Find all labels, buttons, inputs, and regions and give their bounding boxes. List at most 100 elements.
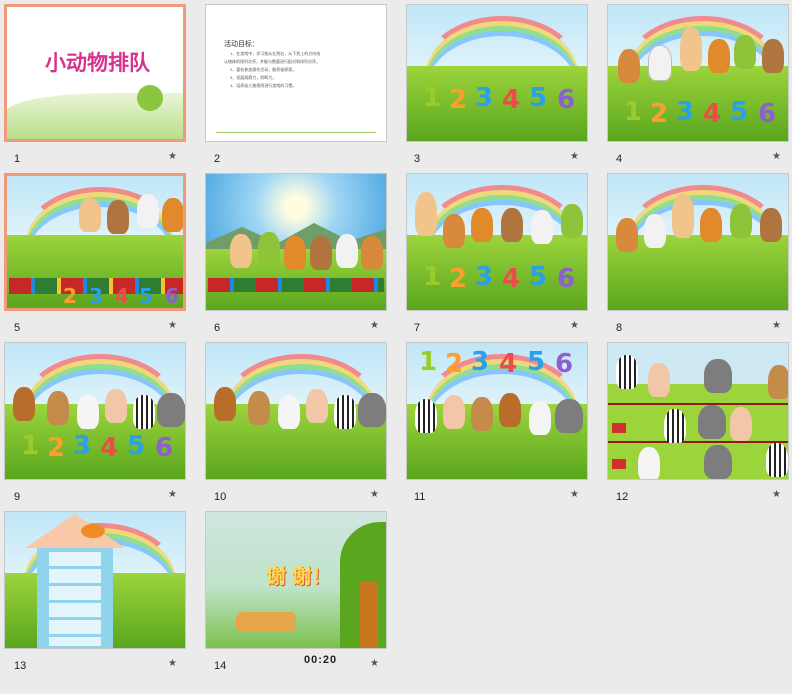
digit-3: 3 bbox=[89, 284, 103, 308]
monkey bbox=[107, 200, 129, 234]
house-window bbox=[81, 524, 105, 538]
zebra bbox=[334, 395, 356, 429]
elephant bbox=[704, 359, 732, 393]
star-icon[interactable]: ★ bbox=[370, 489, 379, 500]
tiger bbox=[284, 236, 306, 270]
digit-6: 6 bbox=[758, 99, 777, 129]
star-icon[interactable]: ★ bbox=[570, 151, 579, 162]
digit-2: 2 bbox=[650, 99, 669, 129]
slide-thumbnail-3[interactable]: 1 2 3 4 5 6 bbox=[406, 4, 588, 142]
slide-thumbnail-6[interactable] bbox=[205, 173, 387, 311]
children bbox=[236, 612, 296, 632]
cat bbox=[137, 194, 159, 228]
star-icon[interactable]: ★ bbox=[370, 320, 379, 331]
digit-1: 1 bbox=[423, 262, 442, 292]
digit-6: 6 bbox=[155, 433, 174, 463]
tiger bbox=[708, 39, 730, 73]
monkey bbox=[310, 236, 332, 270]
slide-number: 3 bbox=[414, 153, 421, 165]
sheep bbox=[278, 395, 300, 429]
objective-line: 2、喜欢参加操作活动，能积极探索。 bbox=[230, 67, 297, 72]
slide-thumbnail-4[interactable]: 1 2 3 4 5 6 bbox=[607, 4, 789, 142]
lion bbox=[13, 387, 35, 421]
slide-number: 4 bbox=[616, 153, 623, 165]
slide-thumbnail-12[interactable] bbox=[607, 342, 789, 480]
star-icon[interactable]: ★ bbox=[570, 489, 579, 500]
shelf-line bbox=[608, 403, 788, 405]
dog bbox=[361, 236, 383, 270]
pig bbox=[306, 389, 328, 423]
digit-6: 6 bbox=[557, 85, 576, 115]
pig bbox=[443, 395, 465, 429]
slide-number: 11 bbox=[414, 491, 426, 503]
star-icon[interactable]: ★ bbox=[772, 151, 781, 162]
star-icon[interactable]: ★ bbox=[772, 489, 781, 500]
pig bbox=[648, 363, 670, 397]
digit-4: 4 bbox=[115, 284, 129, 308]
lion bbox=[499, 393, 521, 427]
star-icon[interactable]: ★ bbox=[168, 489, 177, 500]
digit-5: 5 bbox=[529, 262, 548, 292]
slide-thumbnail-11[interactable]: 1 2 3 4 5 6 bbox=[406, 342, 588, 480]
objective-line: 认物体的排列次序，并能与数量进行配对和排列次序。 bbox=[224, 59, 320, 64]
zebra bbox=[616, 355, 638, 389]
digit-1: 1 bbox=[624, 97, 643, 127]
elephant bbox=[555, 399, 583, 433]
slide-thumbnail-5[interactable]: 2 3 4 5 6 bbox=[4, 173, 186, 311]
monkey bbox=[760, 208, 782, 242]
rabbit bbox=[672, 194, 694, 238]
slide-number: 13 bbox=[14, 660, 27, 672]
slide-number: 5 bbox=[14, 322, 21, 334]
slide-title: 小动物排队 bbox=[45, 52, 150, 75]
camel bbox=[471, 397, 493, 431]
star-icon[interactable]: ★ bbox=[370, 658, 379, 669]
flag-icon bbox=[612, 423, 626, 433]
slide-thumbnail-9[interactable]: 1 2 3 4 5 6 bbox=[4, 342, 186, 480]
digit-5: 5 bbox=[730, 97, 749, 127]
star-icon[interactable]: ★ bbox=[168, 658, 177, 669]
slide-number: 10 bbox=[214, 491, 227, 503]
digit-5: 5 bbox=[529, 83, 548, 113]
slide-thumbnail-2[interactable]: 活动目标： 1、在游戏中，学习按从左到右，从下到上的方向给 认物体的排列次序，并… bbox=[205, 4, 387, 142]
rabbit bbox=[680, 27, 702, 71]
lion bbox=[214, 387, 236, 421]
elephant bbox=[157, 393, 185, 427]
slide-number: 7 bbox=[414, 322, 421, 334]
slide-thumbnail-13[interactable] bbox=[4, 511, 186, 649]
dog bbox=[618, 49, 640, 83]
objective-line: 4、培养幼儿按规则进行游戏的习惯。 bbox=[230, 83, 297, 88]
star-icon[interactable]: ★ bbox=[772, 320, 781, 331]
slide-number: 12 bbox=[616, 491, 629, 503]
digit-3: 3 bbox=[676, 97, 695, 127]
tiger bbox=[471, 208, 493, 242]
cat bbox=[531, 210, 553, 244]
digit-4: 4 bbox=[502, 264, 521, 294]
train bbox=[208, 278, 384, 292]
slide-thumbnail-10[interactable] bbox=[205, 342, 387, 480]
tree-illustration bbox=[137, 85, 163, 111]
cat bbox=[644, 214, 666, 248]
star-icon[interactable]: ★ bbox=[168, 151, 177, 162]
objective-line: 1、在游戏中，学习按从左到右，从下到上的方向给 bbox=[230, 51, 321, 56]
rabbit bbox=[230, 234, 252, 268]
footer-line bbox=[216, 132, 376, 133]
floor-grid bbox=[49, 552, 101, 646]
slide-thumbnail-8[interactable] bbox=[607, 173, 789, 311]
digit-4: 4 bbox=[502, 85, 521, 115]
elephant bbox=[358, 393, 386, 427]
camel bbox=[768, 365, 788, 399]
slide-thumbnail-14[interactable]: 谢 谢！ bbox=[205, 511, 387, 649]
star-icon[interactable]: ★ bbox=[168, 320, 177, 331]
slide-thumbnail-1[interactable]: 小动物排队 bbox=[4, 4, 186, 142]
thanks-text: 谢 谢！ bbox=[266, 566, 332, 588]
dog bbox=[443, 214, 465, 248]
elephant bbox=[698, 405, 726, 439]
digit-1: 1 bbox=[423, 83, 442, 113]
tiger bbox=[700, 208, 722, 242]
sheep bbox=[529, 401, 551, 435]
slide-number: 9 bbox=[14, 491, 21, 503]
digit-4: 4 bbox=[100, 433, 119, 463]
digit-2: 2 bbox=[63, 284, 77, 308]
star-icon[interactable]: ★ bbox=[570, 320, 579, 331]
slide-thumbnail-7[interactable]: 1 2 3 4 5 6 bbox=[406, 173, 588, 311]
